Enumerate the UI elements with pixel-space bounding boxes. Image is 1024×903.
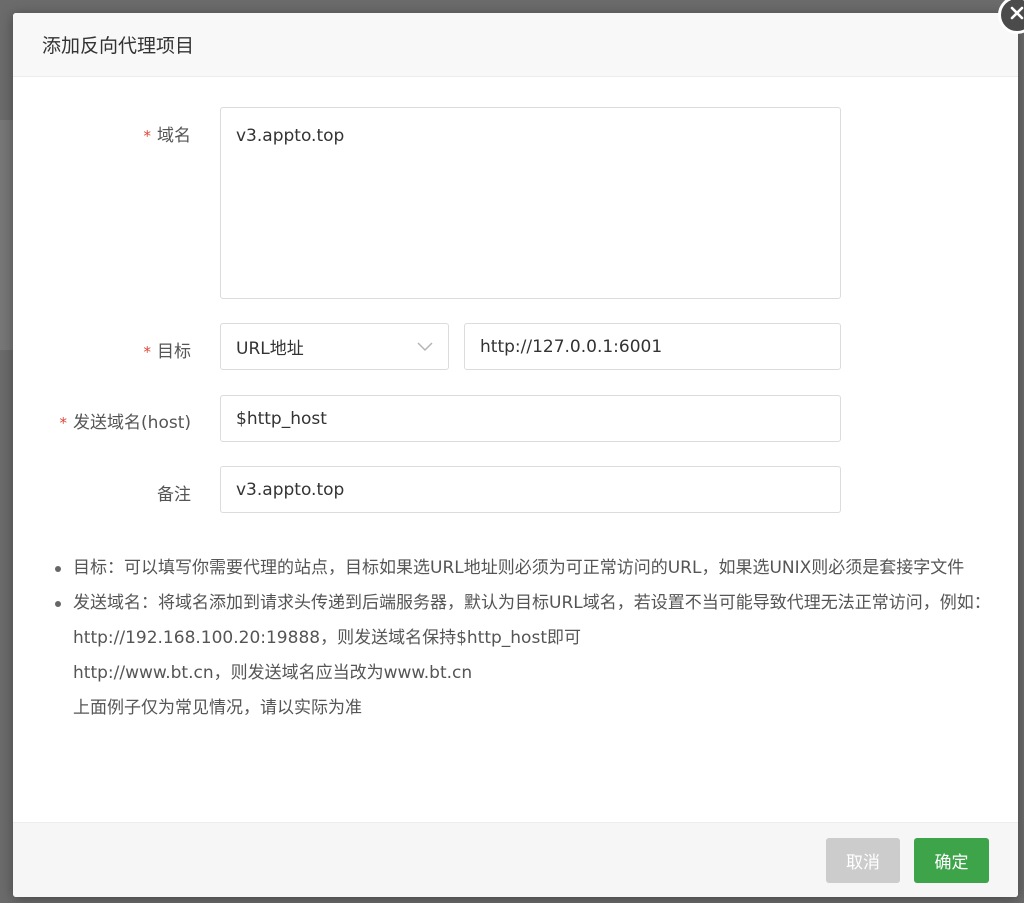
send-host-label-text: 发送域名(host) bbox=[73, 413, 191, 433]
note-example-1: http://192.168.100.20:19888，则发送域名保持$http… bbox=[73, 628, 581, 648]
background-page bbox=[0, 120, 13, 350]
remark-input[interactable] bbox=[220, 466, 841, 513]
send-host-label: * 发送域名(host) bbox=[60, 408, 191, 433]
target-url-input[interactable] bbox=[464, 323, 841, 370]
target-type-value: URL地址 bbox=[236, 339, 304, 359]
remark-label: 备注 bbox=[157, 480, 191, 505]
target-type-select[interactable]: URL地址 bbox=[220, 323, 449, 370]
cancel-button[interactable]: 取消 bbox=[826, 838, 900, 883]
add-reverse-proxy-dialog: 添加反向代理项目 * 域名 v3.appto.top * 目标 URL地址 * 发送域… bbox=[13, 13, 1018, 897]
required-mark: * bbox=[143, 127, 152, 145]
close-icon bbox=[1009, 5, 1024, 25]
dialog-title: 添加反向代理项目 bbox=[42, 35, 195, 57]
domain-textarea[interactable]: v3.appto.top bbox=[220, 107, 841, 299]
confirm-button[interactable]: 确定 bbox=[914, 838, 989, 883]
note-example-2: http://www.bt.cn，则发送域名应当改为www.bt.cn bbox=[73, 663, 473, 683]
dialog-header: 添加反向代理项目 bbox=[13, 13, 1018, 77]
target-label-text: 目标 bbox=[157, 342, 191, 362]
note-example-3: 上面例子仅为常见情况，请以实际为准 bbox=[73, 698, 362, 718]
required-mark: * bbox=[59, 414, 68, 432]
domain-label: * 域名 bbox=[144, 121, 192, 146]
domain-label-text: 域名 bbox=[157, 126, 191, 146]
note-send-host: 发送域名：将域名添加到请求头传递到后端服务器，默认为目标URL域名，若设置不当可… bbox=[53, 586, 993, 621]
required-mark: * bbox=[143, 343, 152, 361]
target-label: * 目标 bbox=[144, 337, 192, 362]
help-notes: 目标：可以填写你需要代理的站点，目标如果选URL地址则必须为可正常访问的URL，… bbox=[53, 551, 993, 726]
chevron-down-icon bbox=[417, 337, 433, 357]
note-target: 目标：可以填写你需要代理的站点，目标如果选URL地址则必须为可正常访问的URL，… bbox=[53, 551, 993, 586]
dialog-footer: 取消 确定 bbox=[13, 822, 1018, 897]
send-host-input[interactable] bbox=[220, 395, 841, 442]
remark-label-text: 备注 bbox=[157, 485, 191, 505]
